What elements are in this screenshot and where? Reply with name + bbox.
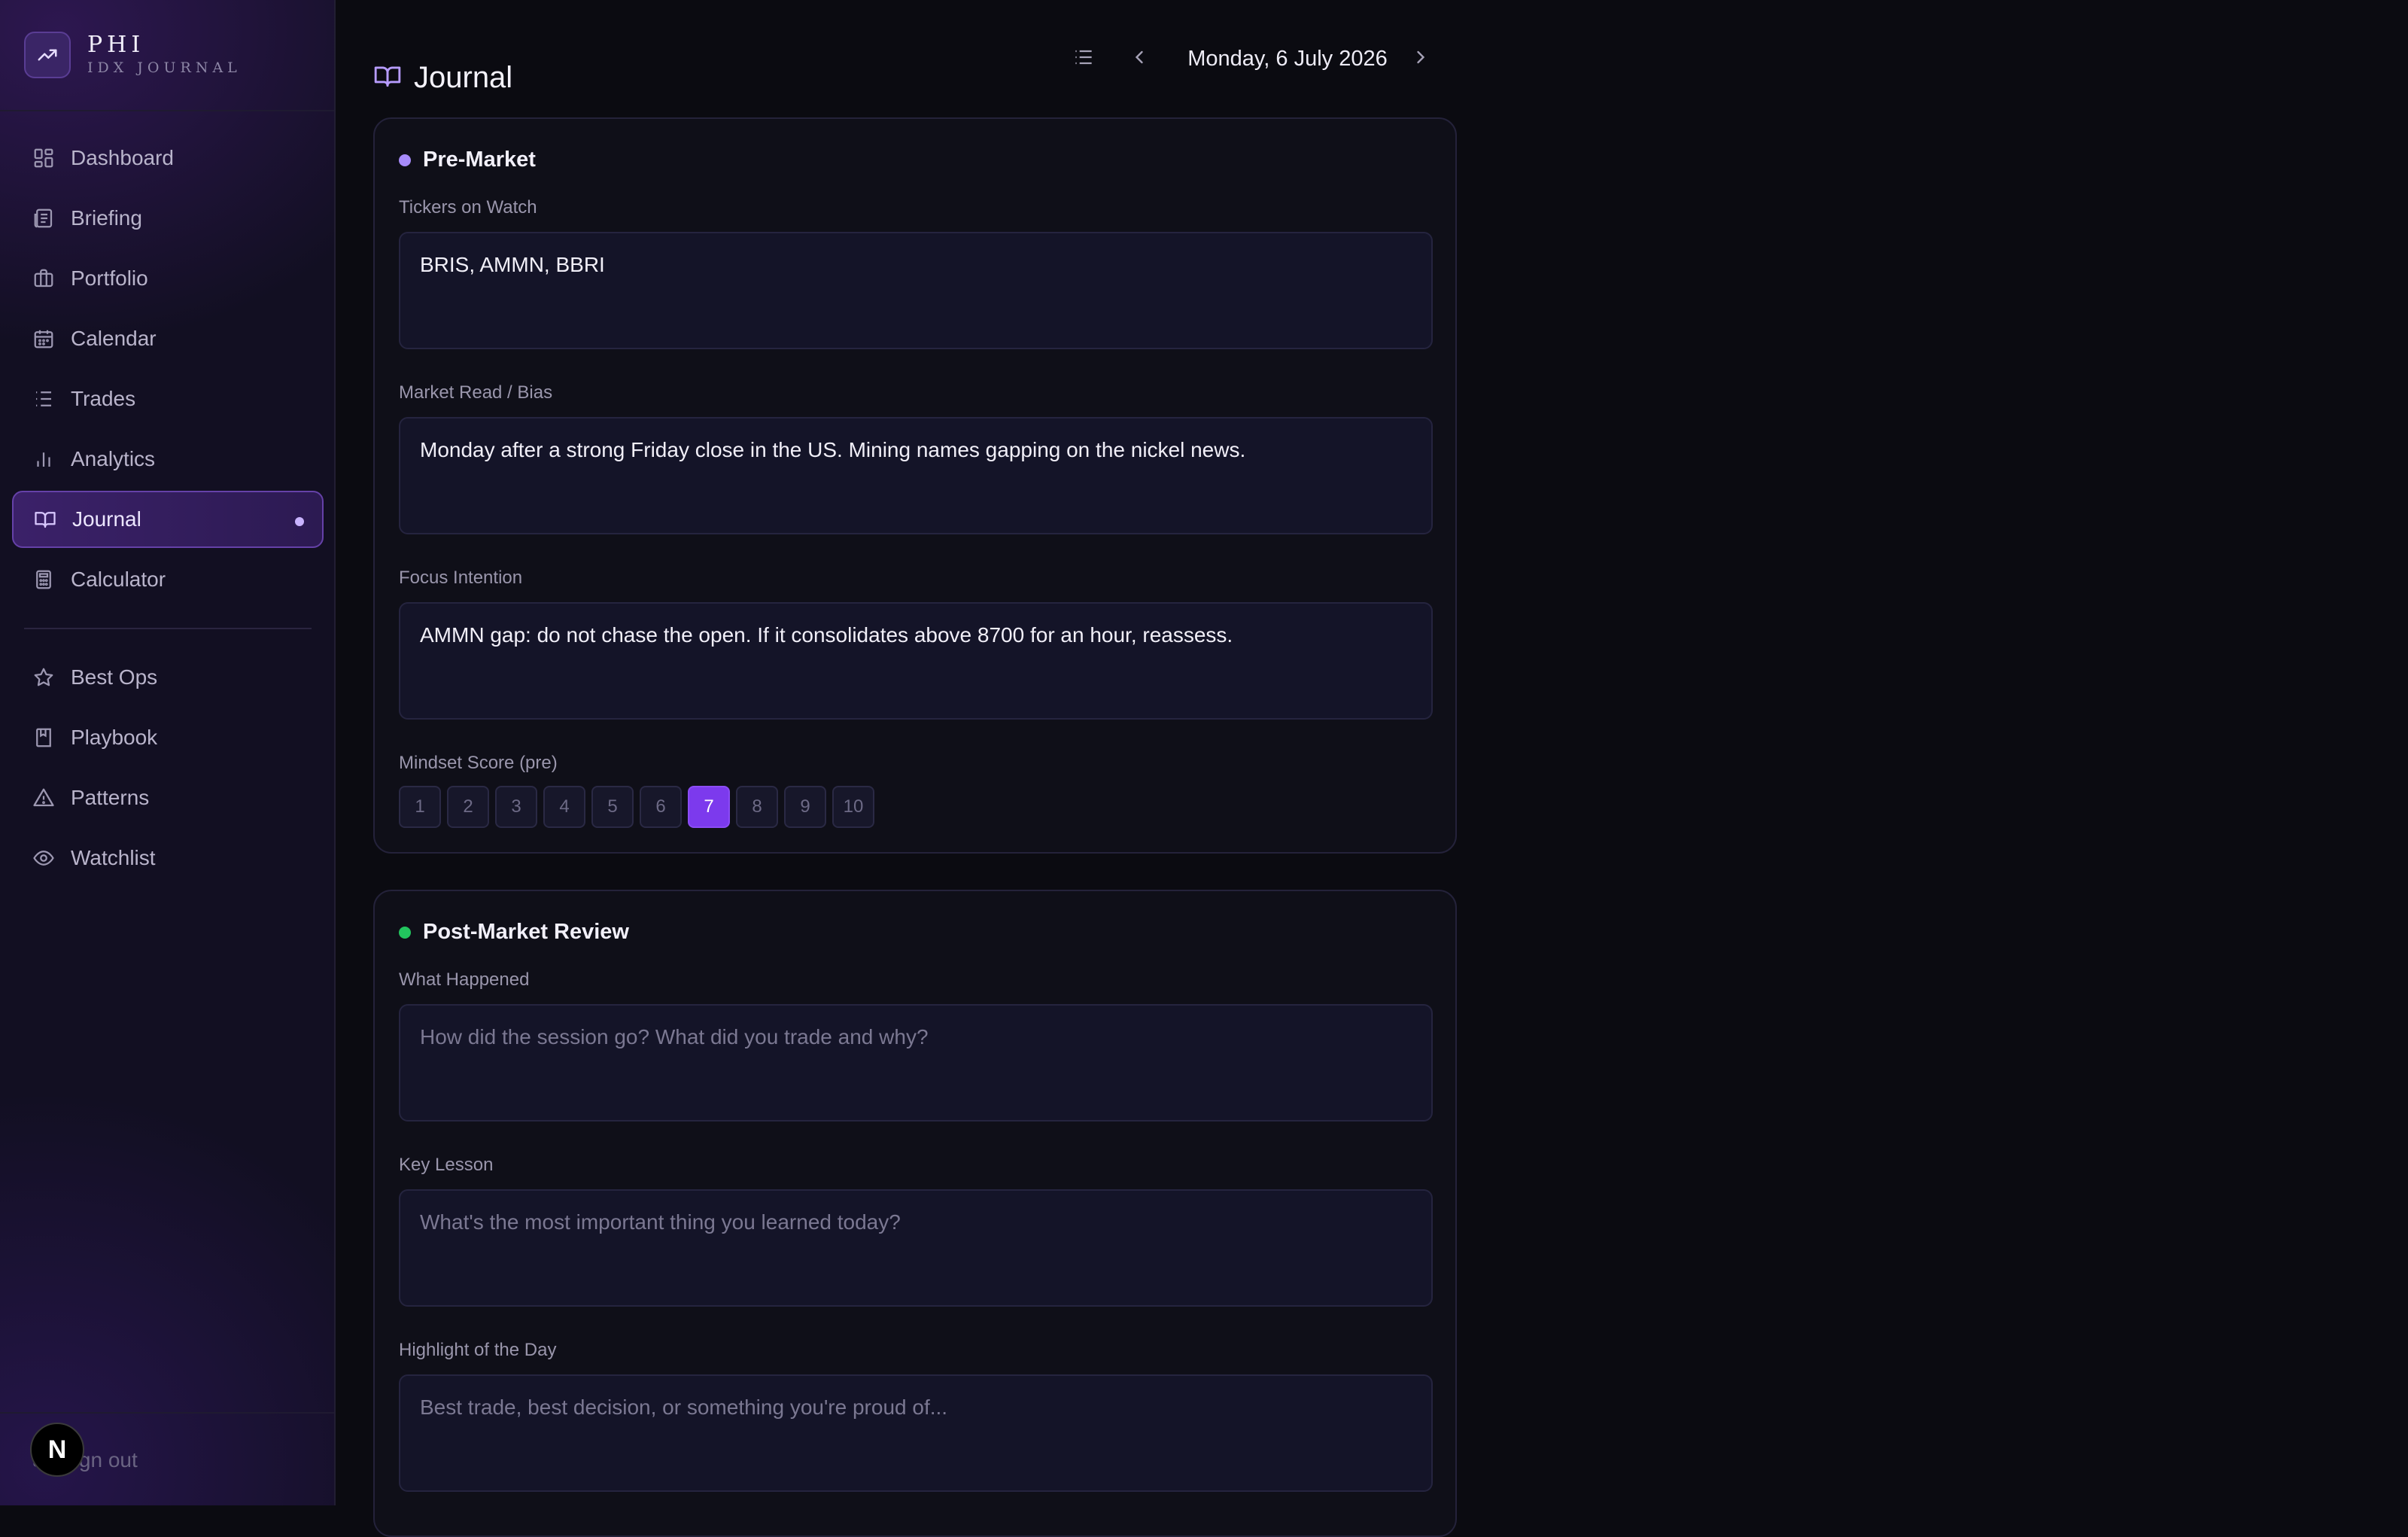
nav-divider [24, 628, 312, 629]
grid-icon [32, 146, 56, 170]
field-label: Focus Intention [399, 568, 523, 588]
field-label: Market Read / Bias [399, 382, 553, 403]
active-indicator [295, 517, 304, 526]
dev-badge[interactable]: N [30, 1423, 84, 1477]
brand-subtitle: IDX JOURNAL [87, 59, 242, 76]
highlight-input[interactable]: Best trade, best decision, or something … [399, 1374, 1433, 1492]
divider [0, 110, 334, 111]
sidebar-item-label: Playbook [71, 726, 158, 749]
tickers-input[interactable]: BRIS, AMMN, BBRI [399, 232, 1433, 349]
sidebar-item-label: Trades [71, 387, 136, 410]
chevron-right-icon [1410, 47, 1431, 72]
newspaper-icon [32, 206, 56, 230]
sidebar-item-watchlist[interactable]: Watchlist [12, 829, 324, 887]
sidebar-item-label: Journal [72, 507, 141, 531]
list-view-button[interactable] [1069, 44, 1099, 74]
divider [0, 1412, 334, 1414]
sidebar-item-calculator[interactable]: Calculator [12, 551, 324, 608]
card-title: Post-Market Review [423, 920, 629, 944]
sidebar-item-label: Best Ops [71, 665, 158, 689]
score-option-7[interactable]: 7 [688, 786, 730, 828]
what-happened-input[interactable]: How did the session go? What did you tra… [399, 1004, 1433, 1122]
sidebar-item-label: Briefing [71, 206, 142, 230]
sidebar-item-label: Dashboard [71, 146, 174, 169]
key-lesson-input[interactable]: What's the most important thing you lear… [399, 1189, 1433, 1307]
card-title: Pre-Market [423, 148, 536, 172]
status-dot [399, 926, 411, 939]
brand-name: PHI [87, 32, 145, 58]
sidebar-item-analytics[interactable]: Analytics [12, 431, 324, 488]
calendar-icon [32, 327, 56, 351]
list-icon [32, 387, 56, 411]
sidebar-item-portfolio[interactable]: Portfolio [12, 250, 324, 307]
field-label: Highlight of the Day [399, 1340, 557, 1360]
score-option-1[interactable]: 1 [399, 786, 441, 828]
field-label: Key Lesson [399, 1155, 494, 1175]
chevron-left-icon [1129, 47, 1150, 72]
previous-day-button[interactable] [1124, 44, 1154, 74]
sidebar-item-dashboard[interactable]: Dashboard [12, 129, 324, 187]
warning-triangle-icon [32, 786, 56, 810]
page-header: Journal Monday, 6 July 2026 [373, 36, 1457, 94]
score-option-10[interactable]: 10 [832, 786, 874, 828]
sidebar-item-label: Calendar [71, 327, 157, 350]
page-title: Journal [414, 60, 513, 94]
score-option-3[interactable]: 3 [495, 786, 537, 828]
post-market-card: Post-Market Review What Happened How did… [373, 890, 1457, 1537]
sidebar-item-briefing[interactable]: Briefing [12, 190, 324, 247]
score-option-5[interactable]: 5 [591, 786, 634, 828]
sidebar-item-label: Patterns [71, 786, 150, 809]
book-open-icon [33, 507, 57, 531]
sidebar-item-trades[interactable]: Trades [12, 370, 324, 428]
score-option-2[interactable]: 2 [447, 786, 489, 828]
star-icon [32, 665, 56, 689]
sidebar-item-patterns[interactable]: Patterns [12, 769, 324, 826]
market-bias-input[interactable]: Monday after a strong Friday close in th… [399, 417, 1433, 534]
briefcase-icon [32, 266, 56, 291]
sidebar-item-label: Watchlist [71, 846, 156, 869]
score-option-6[interactable]: 6 [640, 786, 682, 828]
field-label: Tickers on Watch [399, 197, 537, 218]
sidebar-item-journal[interactable]: Journal [12, 491, 324, 548]
brand[interactable]: PHI IDX JOURNAL [24, 30, 242, 80]
sidebar-item-best-ops[interactable]: Best Ops [12, 649, 324, 706]
next-day-button[interactable] [1406, 44, 1436, 74]
mindset-score-selector: 1 2 3 4 5 6 7 8 9 10 [399, 786, 880, 828]
sidebar-nav: Dashboard Briefing Portfolio Calendar Tr… [12, 129, 324, 890]
focus-intention-input[interactable]: AMMN gap: do not chase the open. If it c… [399, 602, 1433, 720]
bookmark-book-icon [32, 726, 56, 750]
score-option-4[interactable]: 4 [543, 786, 585, 828]
sidebar-item-label: Analytics [71, 447, 156, 470]
sidebar-item-playbook[interactable]: Playbook [12, 709, 324, 766]
score-option-9[interactable]: 9 [784, 786, 826, 828]
sidebar-item-calendar[interactable]: Calendar [12, 310, 324, 367]
book-open-icon [373, 62, 402, 94]
sidebar: PHI IDX JOURNAL Dashboard Briefing Portf… [0, 0, 336, 1505]
sidebar-item-label: Portfolio [71, 266, 148, 290]
current-date[interactable]: Monday, 6 July 2026 [1186, 44, 1389, 74]
list-icon [1072, 45, 1096, 73]
field-label: Mindset Score (pre) [399, 753, 558, 773]
pre-market-card: Pre-Market Tickers on Watch BRIS, AMMN, … [373, 117, 1457, 854]
sidebar-item-label: Calculator [71, 568, 166, 591]
status-dot [399, 154, 411, 166]
score-option-8[interactable]: 8 [736, 786, 778, 828]
field-label: What Happened [399, 969, 530, 990]
eye-icon [32, 846, 56, 870]
trending-up-icon [24, 32, 71, 78]
bar-chart-icon [32, 447, 56, 471]
calculator-icon [32, 568, 56, 592]
